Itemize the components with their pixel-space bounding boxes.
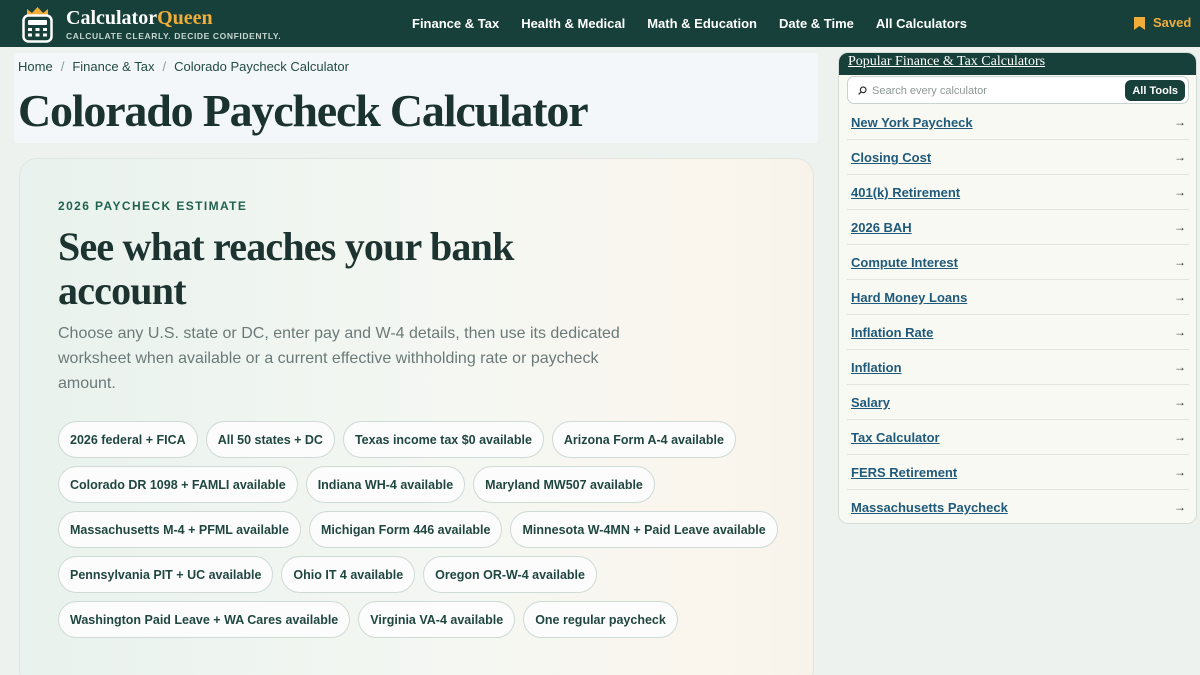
breadcrumb-current: Colorado Paycheck Calculator: [174, 59, 349, 74]
link-2026-bah[interactable]: 2026 BAH: [851, 220, 912, 235]
feature-chip: Arizona Form A-4 available: [551, 421, 736, 458]
breadcrumb-separator: /: [162, 59, 167, 74]
breadcrumb-separator: /: [60, 59, 65, 74]
list-item: Inflation Rate →: [847, 315, 1189, 350]
list-item: Massachusetts Paycheck →: [847, 490, 1189, 523]
saved-button[interactable]: Saved: [1134, 15, 1191, 30]
list-item: Closing Cost →: [847, 140, 1189, 175]
list-item: Hard Money Loans →: [847, 280, 1189, 315]
hero-card: 2026 PAYCHECK ESTIMATE See what reaches …: [19, 158, 814, 675]
nav-math-education[interactable]: Math & Education: [647, 16, 757, 31]
feature-chip: Michigan Form 446 available: [308, 511, 503, 548]
arrow-right-icon: →: [1174, 465, 1186, 479]
arrow-right-icon: →: [1174, 325, 1186, 339]
bookmark-icon: [1134, 17, 1145, 30]
calculator-search: All Tools: [847, 76, 1189, 104]
list-item: Inflation →: [847, 350, 1189, 385]
calculator-crown-icon[interactable]: [22, 6, 53, 43]
feature-chip: Oregon OR-W-4 available: [423, 556, 597, 593]
page-title: Colorado Paycheck Calculator: [18, 85, 589, 136]
hero-heading: See what reaches your bank account: [58, 224, 514, 313]
list-item: FERS Retirement →: [847, 455, 1189, 490]
link-tax-calculator[interactable]: Tax Calculator: [851, 430, 940, 445]
sidebar-header: Popular Finance & Tax Calculators: [839, 53, 1196, 75]
nav-finance-tax[interactable]: Finance & Tax: [412, 16, 499, 31]
feature-chip: Maryland MW507 available: [473, 466, 655, 503]
feature-chip: Pennsylvania PIT + UC available: [58, 556, 274, 593]
arrow-right-icon: →: [1174, 185, 1186, 199]
all-tools-button[interactable]: All Tools: [1125, 80, 1185, 101]
search-icon: [858, 86, 867, 95]
feature-chip: Colorado DR 1098 + FAMLI available: [58, 466, 298, 503]
feature-chip: 2026 federal + FICA: [58, 421, 198, 458]
hero-subtitle: Choose any U.S. state or DC, enter pay a…: [58, 325, 620, 392]
arrow-right-icon: →: [1174, 115, 1186, 129]
list-item: 2026 BAH →: [847, 210, 1189, 245]
brand-name[interactable]: CalculatorQueen: [66, 7, 213, 30]
brand-primary: Calculator: [66, 7, 158, 29]
page-title-area: Home / Finance & Tax / Colorado Paycheck…: [14, 53, 818, 143]
link-salary[interactable]: Salary: [851, 395, 890, 410]
breadcrumb-home[interactable]: Home: [18, 59, 53, 74]
saved-label: Saved: [1153, 15, 1192, 30]
feature-chip: Texas income tax $0 available: [342, 421, 544, 458]
arrow-right-icon: →: [1174, 430, 1186, 444]
arrow-right-icon: →: [1174, 360, 1186, 374]
popular-links-list: New York Paycheck → Closing Cost → 401(k) …: [847, 105, 1189, 523]
link-401k-retirement[interactable]: 401(k) Retirement: [851, 185, 960, 200]
link-inflation[interactable]: Inflation: [851, 360, 902, 375]
link-fers-retirement[interactable]: FERS Retirement: [851, 465, 957, 480]
nav-all-calculators[interactable]: All Calculators: [876, 16, 967, 31]
feature-chip: Minnesota W-4MN + Paid Leave available: [510, 511, 778, 548]
popular-calculators-sidebar: Popular Finance & Tax Calculators All To…: [838, 52, 1197, 524]
list-item: New York Paycheck →: [847, 105, 1189, 140]
feature-chip: One regular paycheck: [523, 601, 678, 638]
link-massachusetts-paycheck[interactable]: Massachusetts Paycheck: [851, 500, 1008, 515]
breadcrumb-finance-tax[interactable]: Finance & Tax: [72, 59, 154, 74]
link-new-york-paycheck[interactable]: New York Paycheck: [851, 115, 973, 130]
feature-chip: All 50 states + DC: [205, 421, 335, 458]
search-input[interactable]: [872, 82, 1122, 100]
feature-chips: 2026 federal + FICA All 50 states + DC T…: [58, 421, 788, 646]
arrow-right-icon: →: [1174, 500, 1186, 514]
link-inflation-rate[interactable]: Inflation Rate: [851, 325, 933, 340]
breadcrumb: Home / Finance & Tax / Colorado Paycheck…: [18, 59, 349, 74]
feature-chip: Indiana WH-4 available: [305, 466, 466, 503]
arrow-right-icon: →: [1174, 150, 1186, 164]
arrow-right-icon: →: [1174, 255, 1186, 269]
feature-chip: Ohio IT 4 available: [281, 556, 416, 593]
link-closing-cost[interactable]: Closing Cost: [851, 150, 931, 165]
arrow-right-icon: →: [1174, 395, 1186, 409]
hero-eyebrow: 2026 PAYCHECK ESTIMATE: [58, 199, 248, 213]
arrow-right-icon: →: [1174, 290, 1186, 304]
nav-date-time[interactable]: Date & Time: [779, 16, 854, 31]
feature-chip: Virginia VA-4 available: [358, 601, 516, 638]
list-item: Tax Calculator →: [847, 420, 1189, 455]
sidebar-title[interactable]: Popular Finance & Tax Calculators: [848, 53, 1045, 71]
link-compute-interest[interactable]: Compute Interest: [851, 255, 958, 270]
feature-chip: Massachusetts M-4 + PFML available: [58, 511, 301, 548]
nav-health-medical[interactable]: Health & Medical: [521, 16, 625, 31]
list-item: Compute Interest →: [847, 245, 1189, 280]
brand-accent: Queen: [157, 7, 213, 29]
list-item: 401(k) Retirement →: [847, 175, 1189, 210]
brand-tagline: CALCULATE CLEARLY. DECIDE CONFIDENTLY.: [66, 31, 282, 41]
arrow-right-icon: →: [1174, 220, 1186, 234]
list-item: Salary →: [847, 385, 1189, 420]
link-hard-money-loans[interactable]: Hard Money Loans: [851, 290, 967, 305]
main-nav: Finance & Tax Health & Medical Math & Ed…: [401, 16, 978, 31]
feature-chip: Washington Paid Leave + WA Cares availab…: [58, 601, 351, 638]
top-navigation-bar: CalculatorQueen CALCULATE CLEARLY. DECID…: [0, 0, 1200, 47]
